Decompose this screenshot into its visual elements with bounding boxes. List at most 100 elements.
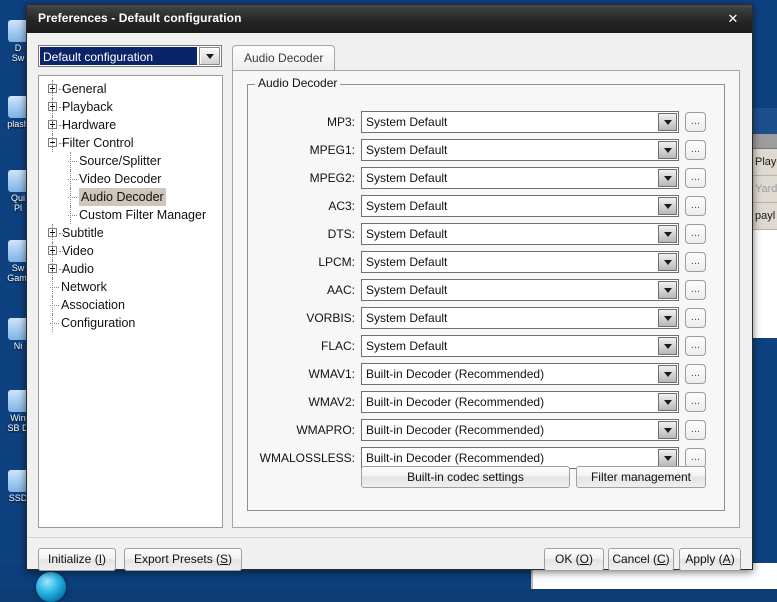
decoder-label: LPCM: bbox=[318, 255, 355, 269]
export-presets-button[interactable]: Export Presets (S) bbox=[124, 548, 243, 571]
decoder-select[interactable]: System Default bbox=[361, 307, 679, 329]
tree-connector bbox=[70, 152, 72, 170]
preferences-dialog: Preferences - Default configuration ✕ De… bbox=[26, 4, 753, 571]
decoder-row: FLAC: System Default... bbox=[233, 335, 739, 357]
decoder-select-value: Built-in Decoder (Recommended) bbox=[366, 367, 545, 381]
browse-button[interactable]: ... bbox=[685, 140, 706, 160]
tree-item-audio[interactable]: Audio bbox=[39, 260, 222, 278]
decoder-select-value: Built-in Decoder (Recommended) bbox=[366, 423, 545, 437]
decoder-label: WMAPRO: bbox=[296, 423, 355, 437]
browse-button[interactable]: ... bbox=[685, 308, 706, 328]
tree-item-hardware[interactable]: Hardware bbox=[39, 116, 222, 134]
decoder-row: MP3: System Default... bbox=[233, 111, 739, 133]
cancel-button[interactable]: Cancel (C) bbox=[608, 548, 674, 571]
decoder-select[interactable]: Built-in Decoder (Recommended) bbox=[361, 391, 679, 413]
tree-item-custom-filter-manager[interactable]: Custom Filter Manager bbox=[39, 206, 222, 224]
chevron-down-icon[interactable] bbox=[658, 421, 677, 439]
chevron-down-icon[interactable] bbox=[658, 337, 677, 355]
decoder-select[interactable]: System Default bbox=[361, 111, 679, 133]
chevron-down-icon[interactable] bbox=[658, 309, 677, 327]
decoder-label: MPEG1: bbox=[309, 143, 355, 157]
tree-item-video-decoder[interactable]: Video Decoder bbox=[39, 170, 222, 188]
decoder-row: AC3: System Default... bbox=[233, 195, 739, 217]
tab-bar: Audio Decoder bbox=[232, 45, 336, 71]
tree-item-audio-decoder[interactable]: Audio Decoder bbox=[39, 188, 222, 206]
chevron-down-icon[interactable] bbox=[658, 169, 677, 187]
audio-decoder-panel: Audio Decoder MP3: System Default... MPEG1… bbox=[232, 70, 740, 528]
tree-item-configuration[interactable]: Configuration bbox=[39, 314, 222, 332]
browse-button[interactable]: ... bbox=[685, 336, 706, 356]
browse-button[interactable]: ... bbox=[685, 168, 706, 188]
tree-item-playback[interactable]: Playback bbox=[39, 98, 222, 116]
decoder-row: WMAPRO: Built-in Decoder (Recommended)... bbox=[233, 419, 739, 441]
decoder-select[interactable]: System Default bbox=[361, 139, 679, 161]
browse-button[interactable]: ... bbox=[685, 392, 706, 412]
chevron-down-icon[interactable] bbox=[658, 113, 677, 131]
chevron-down-icon[interactable] bbox=[658, 197, 677, 215]
tree-connector bbox=[70, 188, 72, 206]
browse-button[interactable]: ... bbox=[685, 112, 706, 132]
background-window-right[interactable]: PlayeYardimpayl bbox=[752, 108, 777, 338]
decoder-select[interactable]: System Default bbox=[361, 223, 679, 245]
browse-button[interactable]: ... bbox=[685, 196, 706, 216]
start-orb-icon[interactable] bbox=[36, 572, 66, 602]
configuration-select[interactable]: Default configuration bbox=[38, 45, 222, 67]
tree-item-source-splitter[interactable]: Source/Splitter bbox=[39, 152, 222, 170]
chevron-down-icon[interactable] bbox=[658, 449, 677, 467]
browse-button[interactable]: ... bbox=[685, 252, 706, 272]
filter-management-button[interactable]: Filter management bbox=[576, 466, 706, 488]
tree-item-label: Hardware bbox=[62, 118, 117, 132]
tree-item-general[interactable]: General bbox=[39, 80, 222, 98]
ok-button[interactable]: OK (O) bbox=[544, 548, 604, 571]
tree-connector bbox=[52, 116, 54, 134]
tree-item-label: Source/Splitter bbox=[79, 154, 161, 168]
tree-connector bbox=[52, 242, 54, 260]
tree-item-label: Association bbox=[61, 298, 125, 312]
tree-item-label: General bbox=[62, 82, 107, 96]
builtin-codec-settings-button[interactable]: Built-in codec settings bbox=[361, 466, 570, 488]
close-icon[interactable]: ✕ bbox=[718, 8, 748, 30]
browse-button[interactable]: ... bbox=[685, 448, 706, 468]
decoder-label: FLAC: bbox=[320, 339, 355, 353]
tree-connector bbox=[52, 314, 54, 332]
tree-item-subtitle[interactable]: Subtitle bbox=[39, 224, 222, 242]
decoder-select[interactable]: System Default bbox=[361, 195, 679, 217]
accelerator-key: S bbox=[220, 552, 229, 566]
chevron-down-icon[interactable] bbox=[658, 141, 677, 159]
background-window-titlebar bbox=[753, 108, 777, 134]
decoder-select-value: System Default bbox=[366, 339, 448, 353]
chevron-down-icon[interactable] bbox=[658, 253, 677, 271]
chevron-down-icon[interactable] bbox=[658, 225, 677, 243]
decoder-select[interactable]: System Default bbox=[361, 279, 679, 301]
decoder-row: VORBIS: System Default... bbox=[233, 307, 739, 329]
decoder-select[interactable]: Built-in Decoder (Recommended) bbox=[361, 419, 679, 441]
initialize-button[interactable]: Initialize (I) bbox=[38, 548, 117, 571]
decoder-select-value: System Default bbox=[366, 227, 448, 241]
decoder-select[interactable]: Built-in Decoder (Recommended) bbox=[361, 363, 679, 385]
dialog-titlebar[interactable]: Preferences - Default configuration ✕ bbox=[27, 5, 752, 34]
tree-item-label: Audio Decoder bbox=[79, 188, 166, 206]
accelerator-key: O bbox=[579, 552, 589, 566]
chevron-down-icon[interactable] bbox=[199, 47, 220, 65]
tree-item-network[interactable]: Network bbox=[39, 278, 222, 296]
tree-item-video[interactable]: Video bbox=[39, 242, 222, 260]
browse-button[interactable]: ... bbox=[685, 364, 706, 384]
browse-button[interactable]: ... bbox=[685, 224, 706, 244]
tree-item-label: Network bbox=[61, 280, 107, 294]
browse-button[interactable]: ... bbox=[685, 280, 706, 300]
browse-button[interactable]: ... bbox=[685, 420, 706, 440]
decoder-select-value: Built-in Decoder (Recommended) bbox=[366, 451, 545, 465]
decoder-select[interactable]: System Default bbox=[361, 167, 679, 189]
decoder-label: MP3: bbox=[326, 115, 355, 129]
tree-item-filter-control[interactable]: Filter Control bbox=[39, 134, 222, 152]
settings-tree[interactable]: General Playback Hardware Filter Control Sou… bbox=[38, 75, 223, 528]
tree-item-association[interactable]: Association bbox=[39, 296, 222, 314]
tab-audio-decoder[interactable]: Audio Decoder bbox=[232, 45, 336, 71]
apply-button[interactable]: Apply (A) bbox=[679, 548, 741, 571]
chevron-down-icon[interactable] bbox=[658, 393, 677, 411]
chevron-down-icon[interactable] bbox=[658, 281, 677, 299]
decoder-select[interactable]: System Default bbox=[361, 251, 679, 273]
decoder-row: MPEG2: System Default... bbox=[233, 167, 739, 189]
chevron-down-icon[interactable] bbox=[658, 365, 677, 383]
decoder-select[interactable]: System Default bbox=[361, 335, 679, 357]
